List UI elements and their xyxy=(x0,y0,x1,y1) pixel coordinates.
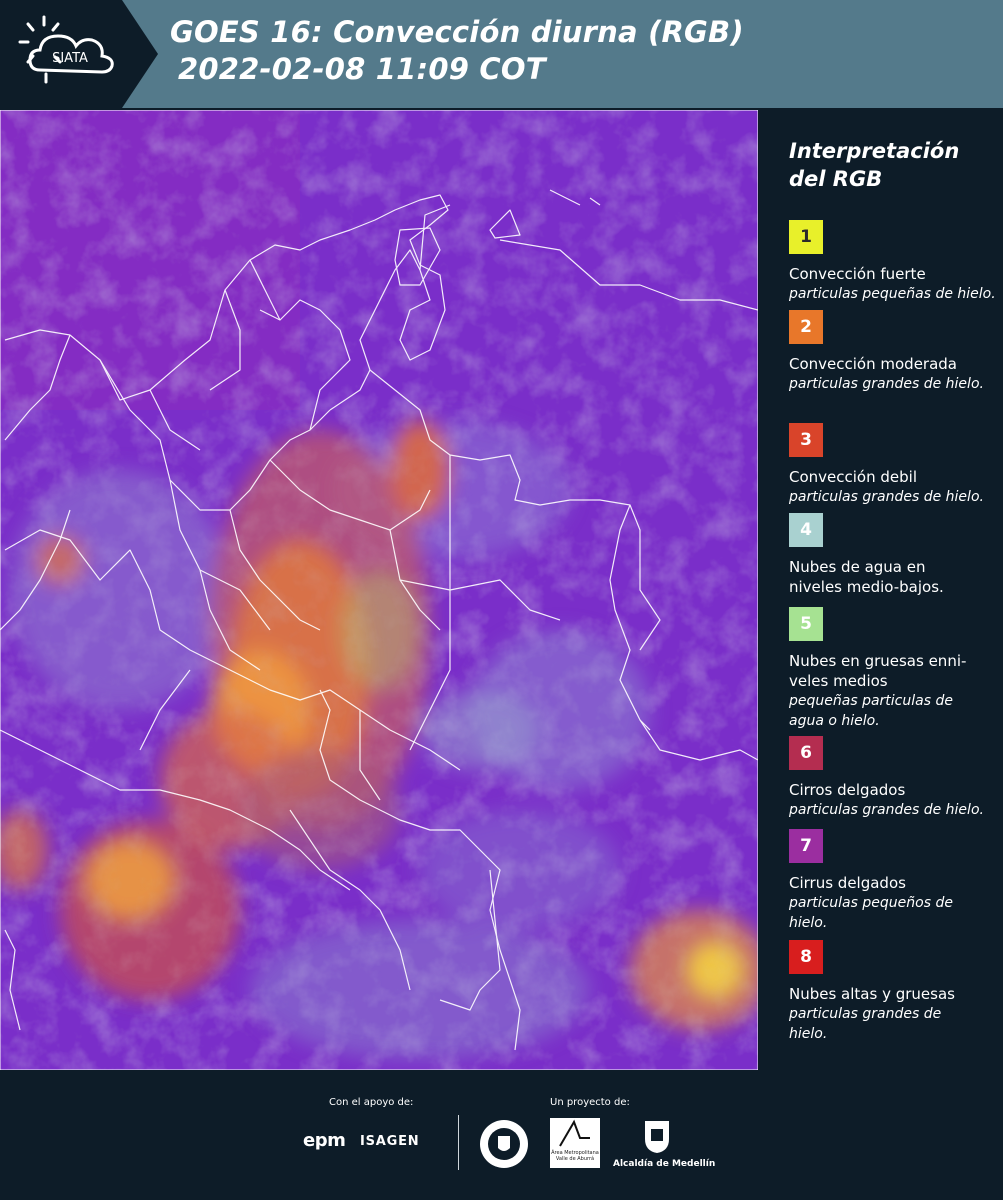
legend-swatch-7: 7 xyxy=(789,829,823,863)
legend-label-5: Nubes en gruesas enni-veles medios xyxy=(789,652,967,690)
medellin-seal-icon xyxy=(478,1118,530,1174)
legend-swatch-6: 6 xyxy=(789,736,823,770)
legend-title-line1: Interpretación xyxy=(789,139,960,163)
legend-desc-8: particulas grandes de hielo. xyxy=(789,1006,942,1042)
legend-desc-3: particulas grandes de hielo. xyxy=(789,489,984,505)
legend-item-4: 4 Nubes de agua en niveles medio-bajos. xyxy=(789,513,999,597)
legend-swatch-3: 3 xyxy=(789,423,823,457)
legend-item-8: 8 Nubes altas y gruesas particulas grand… xyxy=(789,940,999,1044)
legend-swatch-5: 5 xyxy=(789,607,823,641)
legend-item-6: 6 Cirros delgados particulas grandes de … xyxy=(789,736,999,820)
title-datetime: 2022-02-08 11:09 COT xyxy=(178,52,546,86)
page-title: GOES 16: Convección diurna (RGB) 2022-02… xyxy=(170,14,744,88)
header-bar: SIATA GOES 16: Convección diurna (RGB) 2… xyxy=(0,0,1003,108)
legend-swatch-2: 2 xyxy=(789,310,823,344)
legend-desc-7: particulas pequeños de hielo. xyxy=(789,895,953,931)
siata-logo-text: SIATA xyxy=(52,51,88,66)
legend-item-1: 1 Convección fuerte particulas pequeñas … xyxy=(789,220,999,304)
legend-desc-6: particulas grandes de hielo. xyxy=(789,802,984,818)
page: SIATA GOES 16: Convección diurna (RGB) 2… xyxy=(0,0,1003,1200)
legend-item-2: 2 Convección moderada particulas grandes… xyxy=(789,310,999,394)
legend-label-2: Convección moderada xyxy=(789,355,957,373)
legend-item-5: 5 Nubes en gruesas enni-veles medios peq… xyxy=(789,607,999,731)
support-label: Con el apoyo de: xyxy=(329,1097,414,1108)
alcaldia-text: Alcaldía de Medellín xyxy=(613,1159,716,1169)
legend-label-8: Nubes altas y gruesas xyxy=(789,985,955,1003)
legend-label-1: Convección fuerte xyxy=(789,265,926,283)
epm-logo: epm xyxy=(303,1130,346,1151)
legend-desc-2: particulas grandes de hielo. xyxy=(789,376,984,392)
legend-title-line2: del RGB xyxy=(789,167,883,191)
isagen-logo: ISAGEN xyxy=(360,1134,420,1149)
siata-logo: SIATA xyxy=(0,0,158,108)
title-product: GOES 16: Convección diurna (RGB) xyxy=(170,15,744,49)
legend-title: Interpretación del RGB xyxy=(789,137,1003,193)
legend-desc-5: pequeñas particulas de agua o hielo. xyxy=(789,693,953,729)
legend-panel: Interpretación del RGB 1 Convección fuer… xyxy=(760,110,1003,1070)
legend-label-7: Cirrus delgados xyxy=(789,874,906,892)
project-label: Un proyecto de: xyxy=(550,1097,630,1108)
legend-item-3: 3 Convección debil particulas grandes de… xyxy=(789,423,999,507)
legend-desc-1: particulas pequeñas de hielo. xyxy=(789,286,996,302)
footer-divider xyxy=(458,1115,459,1170)
legend-label-3: Convección debil xyxy=(789,468,917,486)
legend-swatch-4: 4 xyxy=(789,513,823,547)
legend-item-7: 7 Cirrus delgados particulas pequeños de… xyxy=(789,829,999,933)
footer: Con el apoyo de: Un proyecto de: epm ISA… xyxy=(0,1070,1003,1200)
legend-label-6: Cirros delgados xyxy=(789,781,906,799)
legend-swatch-1: 1 xyxy=(789,220,823,254)
alcaldia-shield-icon xyxy=(643,1117,671,1159)
legend-label-4: Nubes de agua en niveles medio-bajos. xyxy=(789,558,944,596)
satellite-map xyxy=(0,110,758,1070)
legend-swatch-8: 8 xyxy=(789,940,823,974)
area-metropolitana-text: Área Metropolitana Valle de Aburrá xyxy=(551,1150,599,1162)
